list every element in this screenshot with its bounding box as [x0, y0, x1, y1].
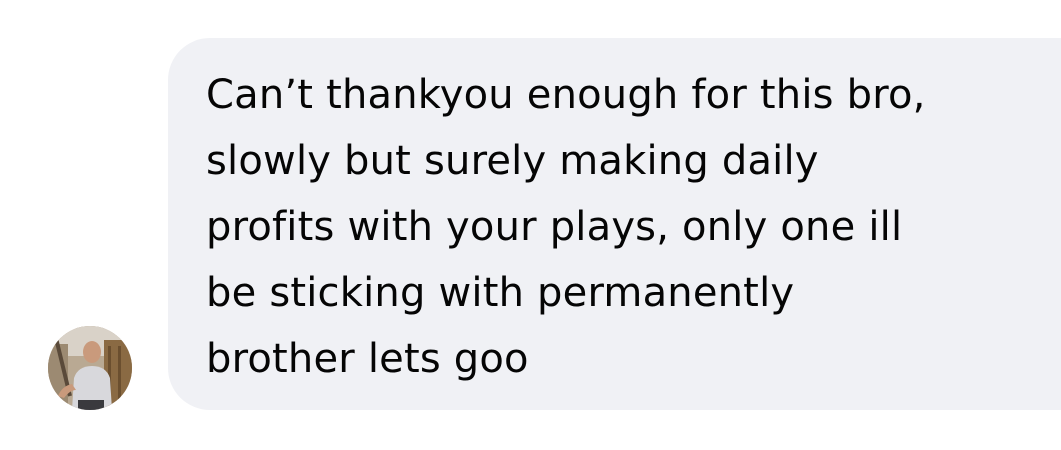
sender-avatar[interactable]	[48, 326, 132, 410]
avatar-photo-icon	[48, 326, 132, 410]
message-bubble[interactable]: Can’t thankyou enough for this bro, slow…	[168, 38, 1061, 410]
message-text: Can’t thankyou enough for this bro, slow…	[206, 72, 926, 382]
